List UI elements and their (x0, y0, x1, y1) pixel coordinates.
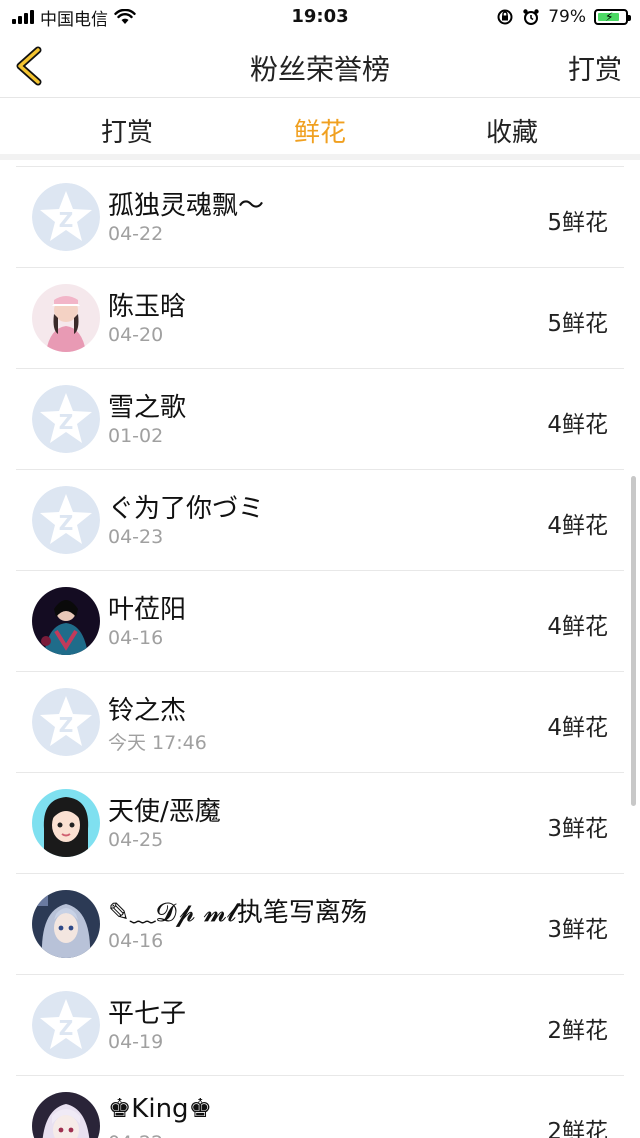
flower-count: 2鲜花 (547, 1119, 608, 1138)
flower-count: 4鲜花 (547, 614, 608, 640)
alarm-icon (523, 9, 539, 25)
nav-bar: 粉丝荣誉榜 打赏 (0, 34, 640, 98)
svg-text:Z: Z (59, 511, 74, 535)
screen: 中国电信 19:03 79% ⚡ 粉丝荣誉榜 打赏 打赏 鲜花 收藏 Z 孤独灵… (0, 0, 640, 1138)
flower-count: 2鲜花 (547, 1018, 608, 1044)
svg-text:Z: Z (59, 1016, 74, 1040)
fan-name: ✎﹏𝓓𝓹 𝓶𝓵执笔写离殇 (108, 898, 367, 928)
tab-favorites[interactable]: 收藏 (432, 112, 592, 149)
flower-count: 3鲜花 (547, 917, 608, 943)
reward-button[interactable]: 打赏 (568, 48, 622, 87)
scrollbar[interactable] (631, 476, 636, 806)
status-bar: 中国电信 19:03 79% ⚡ (0, 0, 640, 34)
avatar[interactable] (32, 1092, 100, 1138)
fan-row[interactable]: Z 铃之杰今天 17:46 4鲜花 (16, 672, 624, 773)
avatar[interactable] (32, 890, 100, 958)
status-right: 79% ⚡ (496, 6, 631, 28)
fan-name: 雪之歌 (108, 393, 187, 423)
charging-bolt-icon: ⚡ (605, 10, 614, 24)
fan-name: ぐ为了你づミ (108, 494, 265, 524)
tab-flowers[interactable]: 鲜花 (240, 112, 400, 149)
fan-date: 04-19 (108, 1031, 164, 1053)
fan-row[interactable]: 叶莅阳 04-16 4鲜花 (16, 571, 624, 672)
fan-row[interactable]: Z ぐ为了你づミ 04-23 4鲜花 (16, 470, 624, 571)
fan-date: 04-22 (108, 1132, 163, 1138)
fan-row[interactable]: Z 平七子 04-19 2鲜花 (16, 975, 624, 1076)
avatar[interactable]: Z (32, 688, 100, 756)
flower-count: 5鲜花 (547, 311, 608, 337)
rotation-lock-icon (497, 9, 513, 25)
page-title: 粉丝荣誉榜 (249, 53, 390, 86)
fan-name: 平七子 (108, 999, 187, 1029)
svg-text:Z: Z (59, 713, 74, 737)
flower-count: 4鲜花 (547, 412, 608, 438)
fan-date: 04-23 (108, 526, 164, 548)
fan-date: 01-02 (108, 425, 164, 447)
fan-list: Z 孤独灵魂飘～ 04-22 5鲜花 陈玉晗 04-20 5鲜花 Z 雪之歌 01-02 4鲜花 Z ぐ… (0, 166, 640, 1138)
svg-text:Z: Z (59, 410, 74, 434)
fan-date: 今天 17:46 (108, 732, 207, 754)
flower-count: 4鲜花 (547, 513, 608, 539)
fan-row[interactable]: 天使/恶魔 04-25 3鲜花 (16, 773, 624, 874)
avatar[interactable]: Z (32, 486, 100, 554)
flower-count: 4鲜花 (547, 715, 608, 741)
avatar[interactable]: Z (32, 991, 100, 1059)
fan-row[interactable]: ✎﹏𝓓𝓹 𝓶𝓵执笔写离殇 04-16 3鲜花 (16, 874, 624, 975)
fan-row[interactable]: Z 孤独灵魂飘～ 04-22 5鲜花 (16, 167, 624, 268)
avatar[interactable]: Z (32, 183, 100, 251)
fan-name: 铃之杰 (108, 696, 187, 726)
fan-row[interactable]: Z 雪之歌 01-02 4鲜花 (16, 369, 624, 470)
fan-row[interactable]: 陈玉晗 04-20 5鲜花 (16, 268, 624, 369)
avatar[interactable] (32, 284, 100, 352)
flower-count: 5鲜花 (547, 210, 608, 236)
fan-row[interactable]: ♚King♚ 04-22 2鲜花 (16, 1076, 624, 1138)
svg-text:Z: Z (59, 208, 74, 232)
fan-name: 天使/恶魔 (108, 797, 221, 827)
tab-reward[interactable]: 打赏 (47, 112, 207, 149)
tab-bar: 打赏 鲜花 收藏 (0, 98, 640, 160)
fan-date: 04-25 (108, 829, 164, 851)
fan-date: 04-16 (108, 627, 164, 649)
battery-percent: 79% (548, 7, 586, 27)
avatar[interactable] (32, 789, 100, 857)
fan-date: 04-20 (108, 324, 164, 346)
battery-icon: ⚡ (594, 9, 631, 25)
fan-name: 孤独灵魂飘～ (108, 191, 265, 221)
fan-name: ♚King♚ (108, 1094, 212, 1124)
fan-date: 04-22 (108, 223, 164, 245)
flower-count: 3鲜花 (547, 816, 608, 842)
avatar[interactable] (32, 587, 100, 655)
avatar[interactable]: Z (32, 385, 100, 453)
fan-date: 04-16 (108, 930, 164, 952)
fan-name: 陈玉晗 (108, 292, 187, 322)
fan-name: 叶莅阳 (108, 595, 187, 625)
